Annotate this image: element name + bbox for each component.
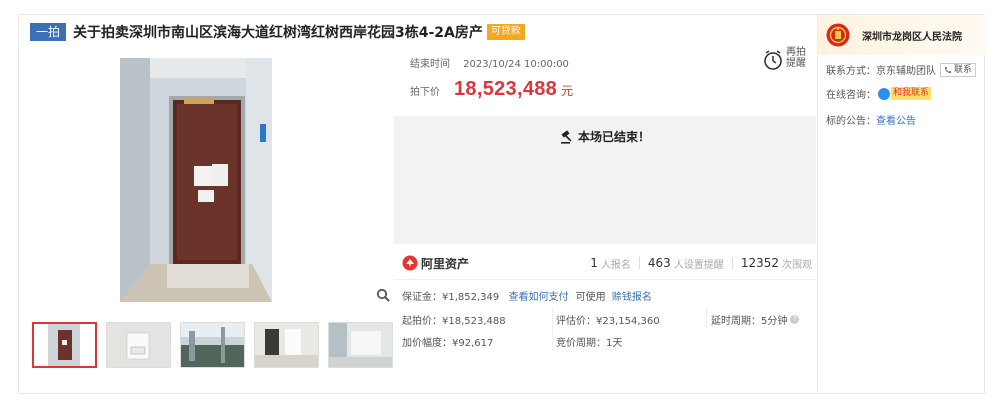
gavel-icon (560, 129, 572, 144)
contact-label: 联系方式： (826, 66, 876, 77)
main-photo[interactable] (32, 58, 386, 302)
notice-row: 标的公告： 查看公告 (826, 112, 916, 127)
thumbnail-5[interactable] (328, 322, 393, 368)
bid-cycle: 竞价周期：1天 (556, 338, 623, 349)
stats-divider (638, 257, 640, 269)
usable-label: 可使用 (575, 292, 606, 303)
bid-increment: 加价幅度：¥92,617 (402, 338, 494, 349)
contact-value: 京东辅助团队 (876, 66, 936, 77)
end-time-label: 结束时间 (410, 59, 450, 70)
ali-asset-brand: 阿里资产 (402, 255, 469, 272)
phone-icon (945, 66, 951, 73)
how-to-pay-link[interactable]: 查看如何支付 (508, 292, 568, 303)
auction-round-tag: 一拍 (30, 23, 67, 41)
brand-name: 阿里资产 (421, 256, 470, 271)
help-icon[interactable]: ? (790, 315, 800, 324)
contact-call-button[interactable]: 联系 (940, 62, 977, 77)
eval-price: 评估价：¥23,154,360 (556, 316, 660, 327)
court-header: 深圳市龙岗区人民法院 (818, 15, 985, 55)
view-label: 次围观 (782, 259, 812, 271)
delay-period: 延时周期：5分钟 (711, 316, 788, 327)
reminder-label: 人设置提醒 (673, 259, 724, 271)
loan-badge: 可贷款 (486, 24, 525, 40)
signup-label: 人报名 (600, 259, 631, 271)
price-value: 18,523,488 (454, 78, 558, 100)
price-row: 拍下价 18,523,488 元 (410, 78, 573, 101)
chat-button-label: 和我联系 (891, 87, 932, 100)
price-unit: 元 (561, 84, 574, 98)
alarm-clock-icon[interactable] (762, 48, 784, 72)
credit-signup-link[interactable]: 赊钱报名 (612, 292, 652, 303)
listing-title-row: 一拍 关于拍卖深圳市南山区滨海大道红树湾红树西岸花园3栋4-2A房产 可贷款 (30, 22, 525, 42)
end-time-value: 2023/10/24 10:00:00 (463, 59, 569, 70)
stats-row: 阿里资产 1 人报名 463 人设置提醒 12352 次围观 (402, 252, 812, 274)
consult-label: 在线咨询： (826, 90, 876, 101)
zoom-icon[interactable] (376, 288, 390, 302)
end-time-row: 结束时间 2023/10/24 10:00:00 (410, 55, 569, 70)
court-panel: 深圳市龙岗区人民法院 联系方式： 京东辅助团队 联系 在线咨询： 和我联系 标的… (817, 15, 985, 393)
reminder-count: 463 (647, 256, 671, 270)
chat-button[interactable]: 和我联系 (878, 87, 932, 100)
divider (552, 308, 553, 350)
contact-row: 联系方式： 京东辅助团队 联系 (826, 62, 977, 77)
price-label: 拍下价 (410, 87, 440, 98)
notice-label: 标的公告： (826, 116, 876, 127)
listing-title: 关于拍卖深圳市南山区滨海大道红树湾红树西岸花园3栋4-2A房产 (73, 25, 483, 41)
delay-period-row: 延时周期：5分钟 ? (711, 312, 800, 327)
chat-bubble-icon (878, 87, 890, 100)
deposit-row: 保证金：¥1,852,349 查看如何支付 可使用 赊钱报名 (402, 288, 652, 303)
thumbnail-4[interactable] (254, 322, 319, 368)
thumbnail-3[interactable] (180, 322, 245, 368)
view-notice-link[interactable]: 查看公告 (876, 112, 916, 127)
remind-button[interactable]: 再拍提醒 (786, 47, 808, 69)
auction-ended-notice: 本场已结束！ (394, 128, 816, 145)
start-price: 起拍价：¥18,523,488 (402, 316, 506, 327)
divider (394, 279, 816, 280)
view-count: 12352 (740, 256, 779, 270)
stats-divider (731, 257, 733, 269)
thumbnail-2[interactable] (106, 322, 171, 368)
deposit-label: 保证金：¥1,852,349 (402, 292, 500, 303)
contact-call-label: 联系 (954, 64, 973, 75)
auction-ended-text: 本场已结束！ (577, 130, 650, 144)
auction-status-panel: 本场已结束！ (394, 116, 816, 244)
court-name[interactable]: 深圳市龙岗区人民法院 (862, 28, 962, 43)
signup-count: 1 (590, 256, 598, 270)
thumbnail-1[interactable] (32, 322, 97, 368)
ali-asset-logo-icon (402, 255, 418, 271)
divider (706, 308, 707, 328)
auction-stats: 1 人报名 463 人设置提醒 12352 次围观 (590, 256, 812, 271)
court-emblem-icon (826, 23, 850, 47)
thumbnail-strip (32, 322, 393, 368)
consult-row: 在线咨询： 和我联系 (826, 86, 932, 101)
